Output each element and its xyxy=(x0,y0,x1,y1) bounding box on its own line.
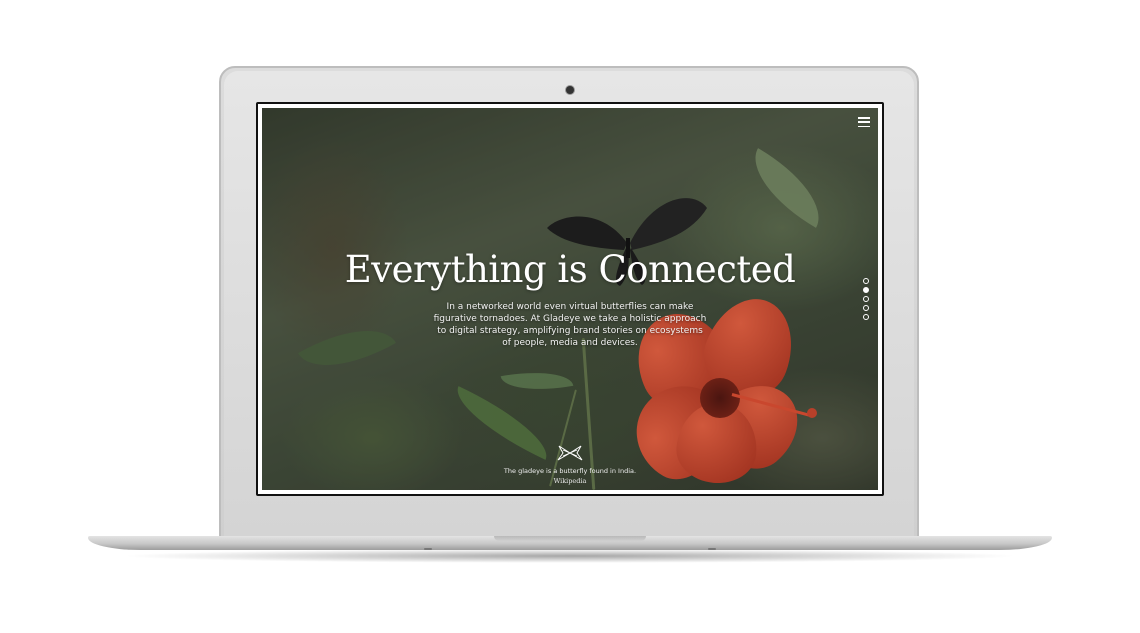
laptop-foot xyxy=(424,548,432,550)
pagination-dot-4[interactable] xyxy=(863,305,869,311)
hamburger-menu-icon[interactable] xyxy=(858,117,870,127)
pagination-dot-3[interactable] xyxy=(863,296,869,302)
pagination-dot-2[interactable] xyxy=(863,287,869,293)
footer-caption: The gladeye is a butterfly found in Indi… xyxy=(503,467,637,475)
leaf xyxy=(445,386,559,460)
webcam xyxy=(566,86,574,94)
hero-title: Everything is Connected xyxy=(344,248,796,291)
wikipedia-link[interactable]: Wikipedia xyxy=(262,477,878,485)
leaf xyxy=(298,308,396,388)
leaf xyxy=(738,148,836,228)
pagination-dot-1[interactable] xyxy=(863,278,869,284)
laptop-foot xyxy=(708,548,716,550)
hero-description: In a networked world even virtual butter… xyxy=(433,302,707,348)
section-pagination xyxy=(863,278,869,320)
leaf xyxy=(500,364,574,398)
laptop-shadow xyxy=(120,549,1020,563)
website-screen: Everything is Connected In a networked w… xyxy=(262,108,878,490)
butterfly-logo-icon xyxy=(557,445,583,461)
pagination-dot-5[interactable] xyxy=(863,314,869,320)
laptop-hinge-notch xyxy=(494,536,646,541)
